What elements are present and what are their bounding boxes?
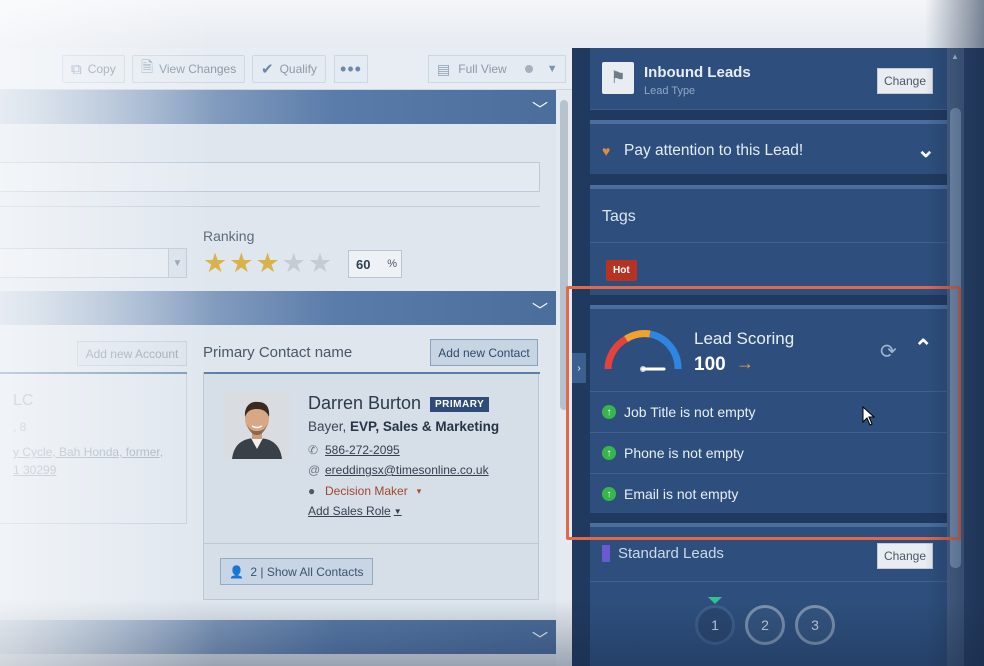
pipeline-title: Standard Leads [618,545,724,562]
add-sales-role-link[interactable]: Add Sales Role ▼ [308,504,402,518]
chevron-down-icon: ▾ [416,485,422,496]
view-mode-value: Full View [458,62,507,76]
lead-detail-main: ⧉ Copy 🗎 View Changes ✔ Qualify ••• ▤ Fu… [0,48,572,666]
contact-phone-link[interactable]: 586-272-2095 [325,443,400,457]
add-account-button[interactable]: Add new Account [77,341,187,366]
lead-type-card: ⚑ Inbound Leads Lead Type Change [590,48,947,110]
star-icon[interactable]: ★ [203,249,227,277]
heartbeat-icon: ♥ [602,143,611,159]
ranking-stars[interactable]: ★ ★ ★ ★ ★ [203,249,332,277]
tags-title: Tags [602,208,636,225]
text-field[interactable] [0,162,540,192]
add-sales-role-label: Add Sales Role [308,504,391,518]
action-toolbar: ⧉ Copy 🗎 View Changes ✔ Qualify ••• ▤ Fu… [0,48,572,90]
show-all-contacts-button[interactable]: 👤 2 | Show All Contacts [220,558,373,585]
ranking-value: 60 [356,256,371,272]
ranking-unit: % [387,258,397,270]
view-changes-label: View Changes [159,62,237,76]
chevron-down-icon: ﹀ [531,102,548,119]
star-icon[interactable]: ★ [308,249,332,277]
layout-icon: ▤ [437,60,451,77]
account-card: LC , 8 y Cycle, Bah Honda, former, 1 302… [0,374,187,524]
attention-text: Pay attention to this Lead! [624,142,804,159]
decision-role-label: Decision Maker [325,484,408,498]
top-backdrop [0,0,984,48]
show-all-contacts-label: 2 | Show All Contacts [250,564,364,579]
contact-company: Bayer, [308,419,347,434]
focus-highlight [566,286,961,540]
arrow-up-icon[interactable]: ▲ [951,52,959,61]
section-header-details[interactable]: ﹀ [0,90,556,124]
more-actions-button[interactable]: ••• [334,55,368,83]
checkmark-icon: ✔ [261,61,274,78]
avatar [224,393,290,459]
divider [590,242,947,243]
copy-icon: ⧉ [71,60,82,78]
pipeline-step[interactable]: 3 [795,605,835,645]
account-address-link[interactable]: 1 30299 [13,463,56,477]
person-icon: ● [308,484,316,498]
document-search-icon: 🗎 [141,58,154,76]
contact-card-accent [204,372,540,374]
lead-type-title: Inbound Leads [644,64,751,81]
qualify-button[interactable]: ✔ Qualify [252,55,326,83]
view-changes-button[interactable]: 🗎 View Changes [132,55,246,83]
attention-card[interactable]: ♥ Pay attention to this Lead! ⌄ [590,120,947,174]
account-name: LC [13,392,34,409]
chevron-down-icon: ▼ [168,249,186,277]
change-pipeline-button[interactable]: Change [877,543,933,569]
view-mode-select[interactable]: ▤ Full View ▼ [428,55,566,83]
star-icon[interactable]: ★ [229,249,253,277]
contact-job-title: EVP, Sales & Marketing [350,419,500,434]
divider [0,206,540,207]
qualify-label: Qualify [279,62,317,76]
account-detail: , 8 [13,420,27,434]
lead-type-subtitle: Lead Type [644,85,696,97]
ranking-input[interactable]: 60 % [348,250,402,278]
decision-role-row[interactable]: ● Decision Maker ▾ [308,484,421,498]
mouse-cursor-icon [862,406,876,426]
primary-contact-card: Darren Burton PRIMARY Bayer, EVP, Sales … [203,372,540,600]
copy-button[interactable]: ⧉ Copy [62,55,125,83]
add-contact-button[interactable]: Add new Contact [430,339,538,366]
contact-phone-row: ✆ 586-272-2095 [308,443,400,457]
contact-email-link[interactable]: ereddingsx@timesonline.co.uk [325,463,489,477]
person-icon: 👤 [229,564,245,579]
current-step-marker [708,597,722,604]
primary-contact-title: Primary Contact name [203,344,353,361]
dropdown-field[interactable]: ▼ [0,248,187,278]
chevron-down-icon: ﹀ [531,303,548,320]
divider [204,543,538,544]
chevron-down-icon: ▼ [546,63,558,75]
at-icon: @ [308,463,321,477]
inbound-icon: ⚑ [602,62,634,94]
status-dot [524,65,533,73]
more-icon: ••• [340,58,362,79]
change-lead-type-button[interactable]: Change [877,68,933,94]
pipeline-step[interactable]: 1 [695,605,735,645]
phone-icon: ✆ [308,443,319,457]
pipeline-step[interactable]: 2 [745,605,785,645]
section-header-contacts[interactable]: ﹀ [0,291,556,325]
pipeline-card: Standard Leads Change 1 2 3 [590,523,947,666]
star-icon[interactable]: ★ [282,249,306,277]
tags-card: Tags Hot [590,185,947,295]
copy-button-label: Copy [87,62,116,76]
contact-email-row: @ ereddingsx@timesonline.co.uk [308,463,489,477]
star-icon[interactable]: ★ [255,249,279,277]
chevron-down-icon: ▼ [393,506,402,516]
account-address-link[interactable]: y Cycle, Bah Honda, former, [13,445,163,459]
section-header-more[interactable]: ﹀ [0,620,556,654]
chevron-down-icon: ﹀ [531,632,548,649]
divider [590,581,947,582]
pipeline-color-marker [602,545,610,562]
primary-badge: PRIMARY [430,397,490,412]
chevron-down-icon[interactable]: ⌄ [917,137,935,163]
contact-name: Darren Burton [308,393,422,413]
contact-role: Bayer, EVP, Sales & Marketing [308,419,499,434]
tag-hot[interactable]: Hot [606,260,637,281]
ranking-label: Ranking [203,228,255,244]
